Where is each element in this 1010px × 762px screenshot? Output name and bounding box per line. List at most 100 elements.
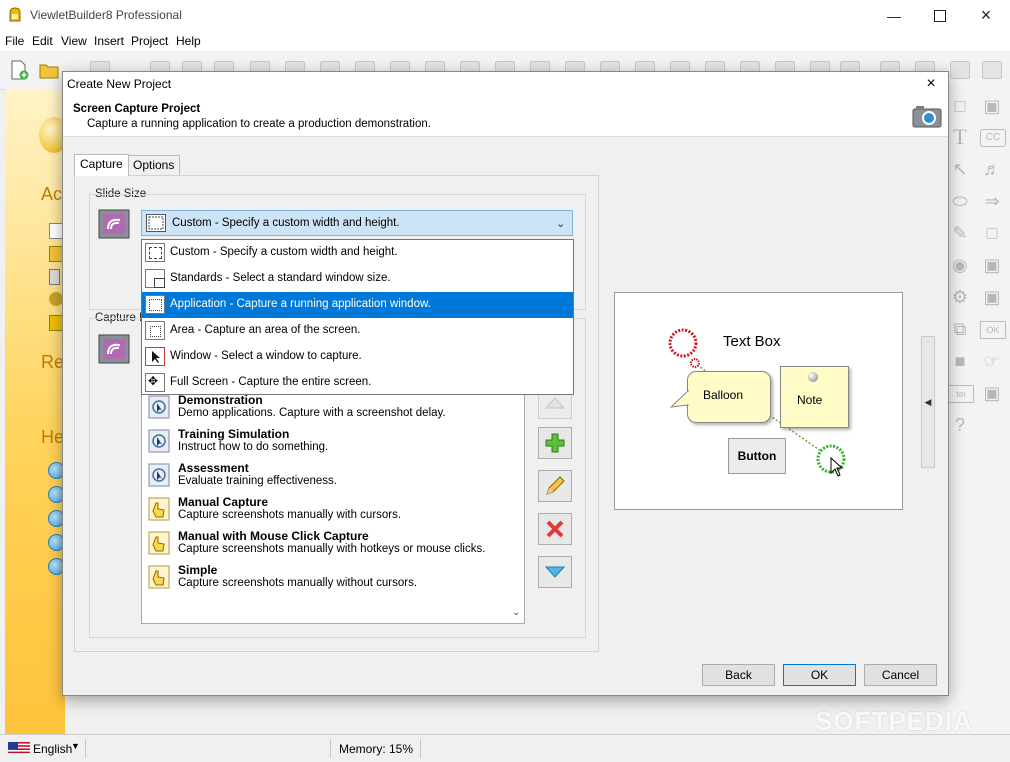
gear-icon[interactable]: ⚙	[950, 287, 970, 307]
start-page: Act Re He	[5, 89, 69, 734]
shape-icon[interactable]: ⬭	[950, 191, 970, 211]
template-description: Demo applications. Capture with a screen…	[178, 407, 446, 419]
template-description: Instruct how to do something.	[178, 441, 329, 453]
hand-template-icon	[148, 531, 170, 555]
open-folder-icon[interactable]	[38, 59, 60, 81]
menu-project[interactable]: Project	[131, 34, 168, 48]
dropdown-option-application[interactable]: Application - Capture a running applicat…	[142, 292, 573, 318]
arrows-icon[interactable]: ⇒	[982, 191, 1002, 211]
custom-size-icon	[145, 243, 165, 262]
region-icon[interactable]: □	[982, 223, 1002, 243]
window-select-icon	[145, 347, 165, 366]
preview-balloon: Balloon	[687, 371, 771, 423]
application-window-icon	[145, 295, 165, 314]
collapse-preview-button[interactable]: ◀	[921, 336, 935, 468]
dropdown-option-window[interactable]: Window - Select a window to capture.	[142, 344, 573, 370]
hand-icon[interactable]: ☞	[982, 351, 1002, 371]
note-icon[interactable]: ▣	[982, 96, 1002, 116]
pencil-icon[interactable]: ✎	[950, 223, 970, 243]
status-bar: English ▼ Memory: 15%	[0, 734, 1010, 762]
menu-insert[interactable]: Insert	[94, 34, 124, 48]
copy-icon[interactable]: ⧉	[950, 319, 970, 339]
delete-template-button[interactable]	[538, 513, 572, 545]
template-title: Assessment	[178, 461, 249, 475]
list-item[interactable]: Assessment Evaluate training effectivene…	[148, 461, 508, 495]
dialog-title: Create New Project	[67, 77, 172, 91]
ok-button[interactable]: OK	[783, 664, 856, 686]
menu-file[interactable]: File	[5, 34, 24, 48]
list-item[interactable]: Manual with Mouse Click Capture Capture …	[148, 529, 508, 563]
closed-caption-icon[interactable]: CC	[980, 129, 1006, 147]
dropdown-option-full-screen[interactable]: ✥ Full Screen - Capture the entire scree…	[142, 370, 573, 396]
dropdown-option-label: Standards - Select a standard window siz…	[170, 272, 391, 284]
help-icon[interactable]: ?	[950, 415, 970, 435]
dialog-description: Capture a running application to create …	[87, 118, 431, 130]
callout-icon[interactable]: □	[950, 96, 970, 116]
preview-note: Note	[780, 366, 849, 428]
close-icon: ×	[980, 5, 992, 25]
sound-icon[interactable]: ♬	[982, 159, 1002, 179]
dropdown-option-label: Custom - Specify a custom width and heig…	[170, 246, 398, 258]
list-item[interactable]: Manual Capture Capture screenshots manua…	[148, 495, 508, 529]
watermark: SOFTPEDIA	[815, 706, 973, 736]
delete-icon	[546, 520, 564, 538]
preview-pane: Text Box Balloon Note Button	[614, 292, 903, 510]
minimize-button[interactable]: —	[871, 0, 917, 31]
dialog-close-button[interactable]: ×	[915, 72, 947, 96]
capture-profile-icon	[98, 334, 130, 364]
title-bar: ViewletBuilder8 Professional — ×	[0, 0, 1010, 31]
language-selector[interactable]: English	[33, 742, 72, 756]
edit-template-button[interactable]	[538, 470, 572, 502]
list-item[interactable]: Demonstration Demo applications. Capture…	[148, 393, 508, 427]
create-project-dialog: Create New Project × Screen Capture Proj…	[62, 71, 949, 696]
media-icon[interactable]: ■	[950, 351, 970, 371]
template-list[interactable]: Demonstration Demo applications. Capture…	[141, 378, 525, 624]
template-description: Capture screenshots manually with cursor…	[178, 509, 402, 521]
status-separator	[85, 739, 86, 758]
back-button[interactable]: Back	[702, 664, 775, 686]
pointer-icon[interactable]: ↖	[950, 159, 970, 179]
drop-icon[interactable]: ◉	[950, 255, 970, 275]
close-button[interactable]: ×	[963, 0, 1009, 31]
custom-size-icon	[146, 214, 166, 232]
preview-text-box: Text Box	[723, 333, 781, 350]
move-down-button[interactable]	[538, 556, 572, 588]
device-icon[interactable]	[49, 269, 60, 285]
scroll-down-icon[interactable]: ⌄	[512, 607, 520, 618]
us-flag-icon	[8, 742, 30, 755]
dropdown-option-label: Full Screen - Capture the entire screen.	[170, 376, 372, 388]
arrow-down-icon	[544, 566, 566, 578]
template-title: Manual Capture	[178, 495, 269, 509]
tab-options[interactable]: Options	[127, 155, 181, 175]
dropdown-option-custom[interactable]: Custom - Specify a custom width and heig…	[142, 240, 573, 266]
template-title: Manual with Mouse Click Capture	[178, 529, 369, 543]
add-template-button[interactable]	[538, 427, 572, 459]
ok-button-icon[interactable]: OK	[980, 321, 1006, 339]
slide-size-combo[interactable]: Custom - Specify a custom width and heig…	[141, 210, 573, 236]
menu-help[interactable]: Help	[176, 34, 201, 48]
preview-note-label: Note	[797, 393, 823, 407]
template-description: Capture screenshots manually without cur…	[178, 577, 418, 589]
tab-capture[interactable]: Capture	[74, 154, 129, 176]
dropdown-option-standards[interactable]: Standards - Select a standard window siz…	[142, 266, 573, 292]
chevron-left-icon: ◀	[924, 396, 932, 407]
text-icon[interactable]: T	[950, 126, 970, 148]
zoom-icon[interactable]: ▣	[982, 287, 1002, 307]
dropdown-option-area[interactable]: Area - Capture an area of the screen.	[142, 318, 573, 344]
database-icon[interactable]	[49, 292, 63, 306]
status-separator	[330, 739, 331, 758]
hand-template-icon	[148, 497, 170, 521]
image-icon[interactable]: ▣	[982, 255, 1002, 275]
menu-view[interactable]: View	[61, 34, 87, 48]
close-icon: ×	[926, 75, 936, 92]
toolbar-disabled-icon	[950, 61, 970, 79]
tei-icon[interactable]: tei	[948, 385, 974, 403]
window-icon[interactable]: ▣	[982, 383, 1002, 403]
cancel-button[interactable]: Cancel	[864, 664, 937, 686]
menu-edit[interactable]: Edit	[32, 34, 53, 48]
list-item[interactable]: Simple Capture screenshots manually with…	[148, 563, 508, 597]
list-item[interactable]: Training Simulation Instruct how to do s…	[148, 427, 508, 461]
new-file-icon[interactable]	[8, 59, 30, 81]
maximize-button[interactable]	[917, 0, 963, 31]
pencil-icon	[546, 476, 565, 495]
